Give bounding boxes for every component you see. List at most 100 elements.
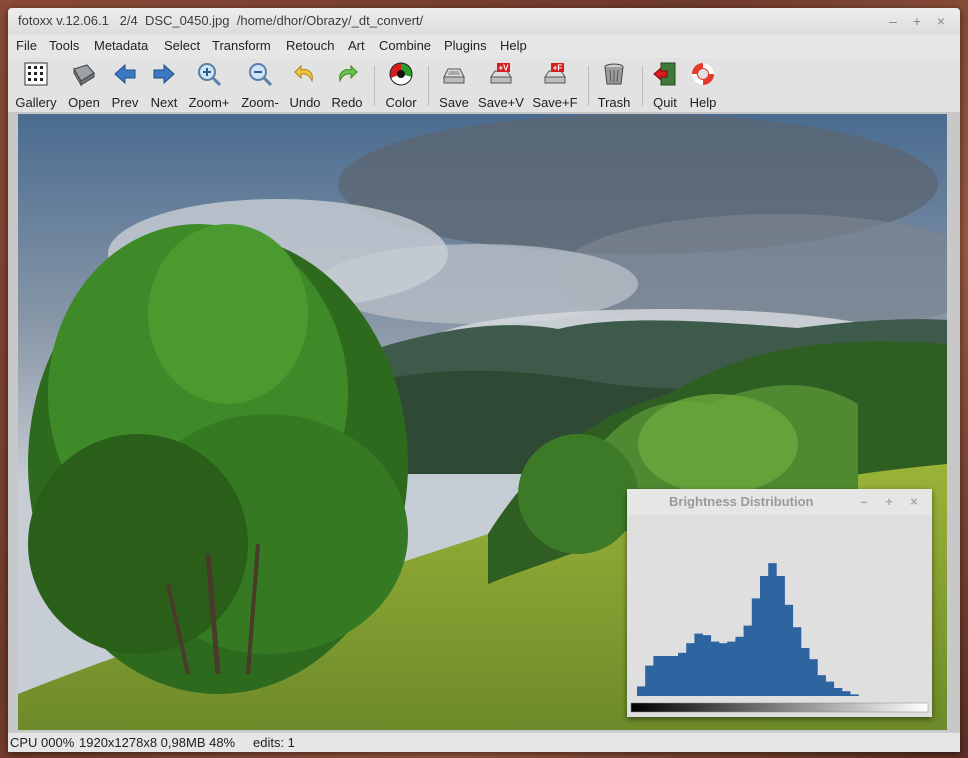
histogram-bar — [710, 641, 720, 696]
menu-help[interactable]: Help — [500, 38, 527, 53]
status-bar: CPU 000% 1920x1278x8 0,98MB 48% edits: 1 — [8, 732, 960, 752]
undo-button[interactable]: Undo — [286, 61, 324, 111]
histogram-bar — [637, 686, 646, 696]
quit-label: Quit — [653, 95, 677, 110]
histogram-bar — [825, 681, 835, 696]
zoom-in-icon — [198, 63, 222, 87]
histogram-bar — [760, 576, 769, 696]
prev-label: Prev — [111, 95, 139, 110]
zoom-out-icon — [249, 63, 273, 87]
histogram-bar — [801, 648, 810, 696]
menu-bar: File Tools Metadata Select Transform Ret… — [8, 34, 960, 58]
menu-combine[interactable]: Combine — [379, 38, 431, 53]
histogram-bar — [833, 688, 843, 696]
minimize-button[interactable]: – — [882, 8, 904, 34]
histogram-bar — [645, 665, 654, 696]
open-icon — [73, 64, 95, 87]
redo-label: Redo — [331, 95, 363, 110]
save-file-label: Save+F — [532, 95, 578, 110]
brightness-gradient-bar — [630, 702, 929, 713]
histogram-close-button[interactable]: × — [904, 489, 924, 515]
gallery-button[interactable]: Gallery — [12, 61, 60, 111]
open-label: Open — [68, 95, 100, 110]
help-label: Help — [689, 95, 717, 110]
histogram-bar — [653, 656, 662, 696]
histogram-bar — [743, 625, 753, 696]
image-info: 1920x1278x8 0,98MB 48% — [79, 735, 236, 750]
save-file-icon: +F — [544, 63, 566, 84]
histogram-bar — [678, 652, 687, 696]
histogram-bar — [751, 598, 761, 696]
histogram-bar — [809, 659, 818, 696]
open-button[interactable]: Open — [64, 61, 104, 111]
save-version-button[interactable]: +V Save+V — [476, 61, 526, 111]
menu-tools[interactable]: Tools — [49, 38, 79, 53]
histogram-title: Brightness Distribution — [669, 494, 814, 509]
histogram-bar — [702, 635, 712, 696]
prev-arrow-icon — [114, 63, 136, 85]
menu-select[interactable]: Select — [164, 38, 200, 53]
lifebuoy-icon — [692, 63, 714, 85]
save-button[interactable]: Save — [436, 61, 472, 111]
color-button[interactable]: Color — [382, 61, 420, 111]
redo-icon — [339, 64, 358, 83]
quit-button[interactable]: Quit — [648, 61, 682, 111]
undo-icon — [294, 64, 313, 83]
histogram-bar — [768, 563, 777, 696]
gallery-label: Gallery — [15, 95, 57, 110]
edits-count: edits: 1 — [253, 735, 295, 750]
save-version-label: Save+V — [478, 95, 524, 110]
svg-text:+F: +F — [553, 64, 563, 73]
histogram-maximize-button[interactable]: + — [879, 489, 899, 515]
histogram-bar — [784, 604, 794, 696]
color-wheel-icon — [389, 62, 413, 86]
brightness-distribution-window[interactable]: Brightness Distribution – + × — [627, 489, 932, 717]
zoom-in-button[interactable]: Zoom+ — [186, 61, 232, 111]
save-icon — [443, 68, 465, 84]
next-arrow-icon — [153, 63, 175, 85]
histogram-minimize-button[interactable]: – — [854, 489, 874, 515]
histogram-bar — [817, 675, 826, 696]
next-button[interactable]: Next — [146, 61, 182, 111]
histogram-title-bar[interactable]: Brightness Distribution – + × — [627, 489, 932, 515]
menu-retouch[interactable]: Retouch — [286, 38, 334, 53]
histogram-bar — [686, 643, 695, 696]
prev-button[interactable]: Prev — [108, 61, 142, 111]
save-label: Save — [439, 95, 469, 110]
zoom-in-label: Zoom+ — [188, 95, 230, 110]
histogram-bar — [776, 576, 785, 696]
toolbar-separator — [428, 66, 429, 106]
svg-text:+V: +V — [498, 64, 509, 73]
quit-icon — [653, 62, 676, 86]
trash-label: Trash — [597, 95, 631, 110]
close-button[interactable]: × — [930, 8, 952, 34]
menu-art[interactable]: Art — [348, 38, 365, 53]
trash-icon — [604, 63, 624, 85]
zoom-out-button[interactable]: Zoom- — [238, 61, 282, 111]
histogram-bar — [850, 694, 859, 696]
menu-plugins[interactable]: Plugins — [444, 38, 487, 53]
toolbar: Gallery Open Prev Next Zoom+ Zoom- Undo … — [8, 58, 960, 113]
histogram-bar — [735, 636, 744, 696]
title-bar[interactable]: fotoxx v.12.06.1 2/4 DSC_0450.jpg /home/… — [8, 8, 960, 34]
save-file-button[interactable]: +F Save+F — [530, 61, 580, 111]
menu-file[interactable]: File — [16, 38, 37, 53]
next-label: Next — [150, 95, 178, 110]
zoom-out-label: Zoom- — [241, 95, 279, 110]
histogram-bar — [669, 656, 679, 696]
save-version-icon: +V — [490, 63, 512, 84]
histogram-bar — [694, 633, 703, 696]
redo-button[interactable]: Redo — [328, 61, 366, 111]
color-label: Color — [385, 95, 417, 110]
menu-metadata[interactable]: Metadata — [94, 38, 148, 53]
menu-transform[interactable]: Transform — [212, 38, 271, 53]
cpu-status: CPU 000% — [10, 735, 75, 750]
histogram-bar — [661, 656, 671, 696]
toolbar-separator — [642, 66, 643, 106]
brightness-histogram — [630, 563, 929, 713]
gallery-icon — [24, 62, 48, 86]
toolbar-separator — [588, 66, 589, 106]
maximize-button[interactable]: + — [906, 8, 928, 34]
trash-button[interactable]: Trash — [596, 61, 632, 111]
help-button[interactable]: Help — [686, 61, 720, 111]
